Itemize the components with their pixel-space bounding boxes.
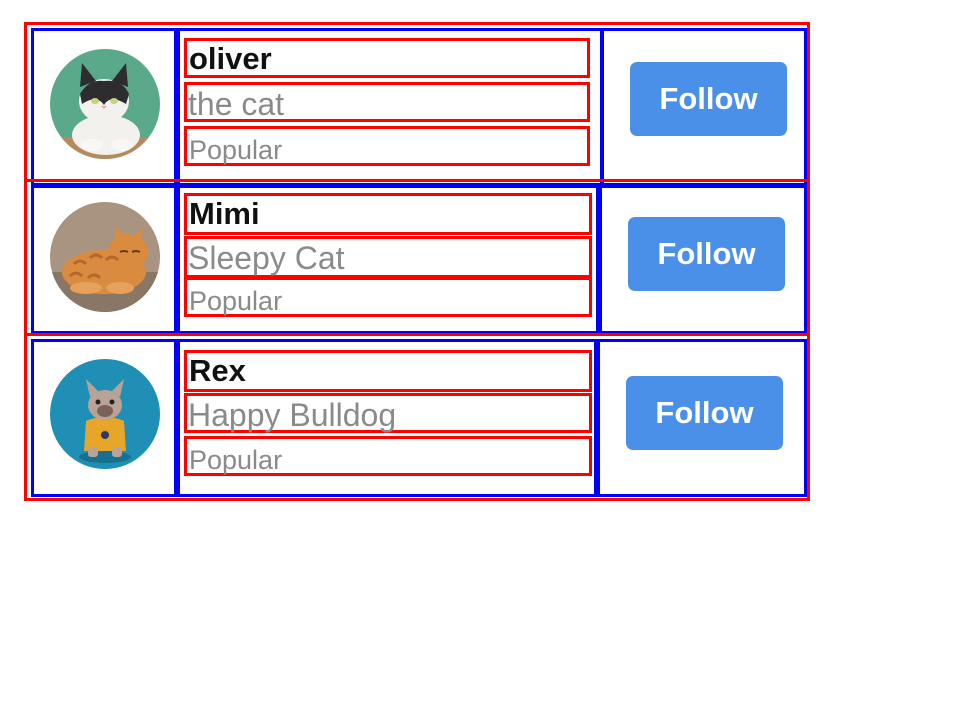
user-name: oliver xyxy=(184,38,590,78)
user-list: oliver the cat Popular Follow Mimi Sleep… xyxy=(24,22,810,501)
user-subtitle: Sleepy Cat xyxy=(184,236,592,278)
user-subtitle: the cat xyxy=(184,82,590,122)
avatar xyxy=(50,202,160,312)
user-info-cell: Rex Happy Bulldog Popular xyxy=(177,339,597,497)
user-subtitle: Happy Bulldog xyxy=(184,393,592,433)
user-row: Mimi Sleepy Cat Popular Follow xyxy=(24,179,810,336)
cat-photo-icon xyxy=(50,202,160,312)
popular-tag: Popular xyxy=(184,277,592,317)
popular-tag: Popular xyxy=(184,436,592,476)
cat-photo-icon xyxy=(50,49,160,159)
follow-button[interactable]: Follow xyxy=(628,217,785,291)
user-row: oliver the cat Popular Follow xyxy=(24,22,810,186)
user-row: Rex Happy Bulldog Popular Follow xyxy=(24,333,810,501)
action-cell: Follow xyxy=(599,185,807,334)
dog-photo-icon xyxy=(50,359,160,469)
avatar-cell xyxy=(31,339,177,497)
user-name: Mimi xyxy=(184,193,592,235)
avatar-cell xyxy=(31,28,177,186)
avatar xyxy=(50,49,160,159)
avatar xyxy=(50,359,160,469)
avatar-cell xyxy=(31,185,177,334)
follow-button[interactable]: Follow xyxy=(630,62,787,136)
user-info-cell: oliver the cat Popular xyxy=(177,28,603,186)
action-cell: Follow xyxy=(597,339,807,497)
user-info-cell: Mimi Sleepy Cat Popular xyxy=(177,185,599,334)
follow-button[interactable]: Follow xyxy=(626,376,783,450)
popular-tag: Popular xyxy=(184,126,590,166)
user-name: Rex xyxy=(184,350,592,392)
action-cell: Follow xyxy=(601,28,807,186)
